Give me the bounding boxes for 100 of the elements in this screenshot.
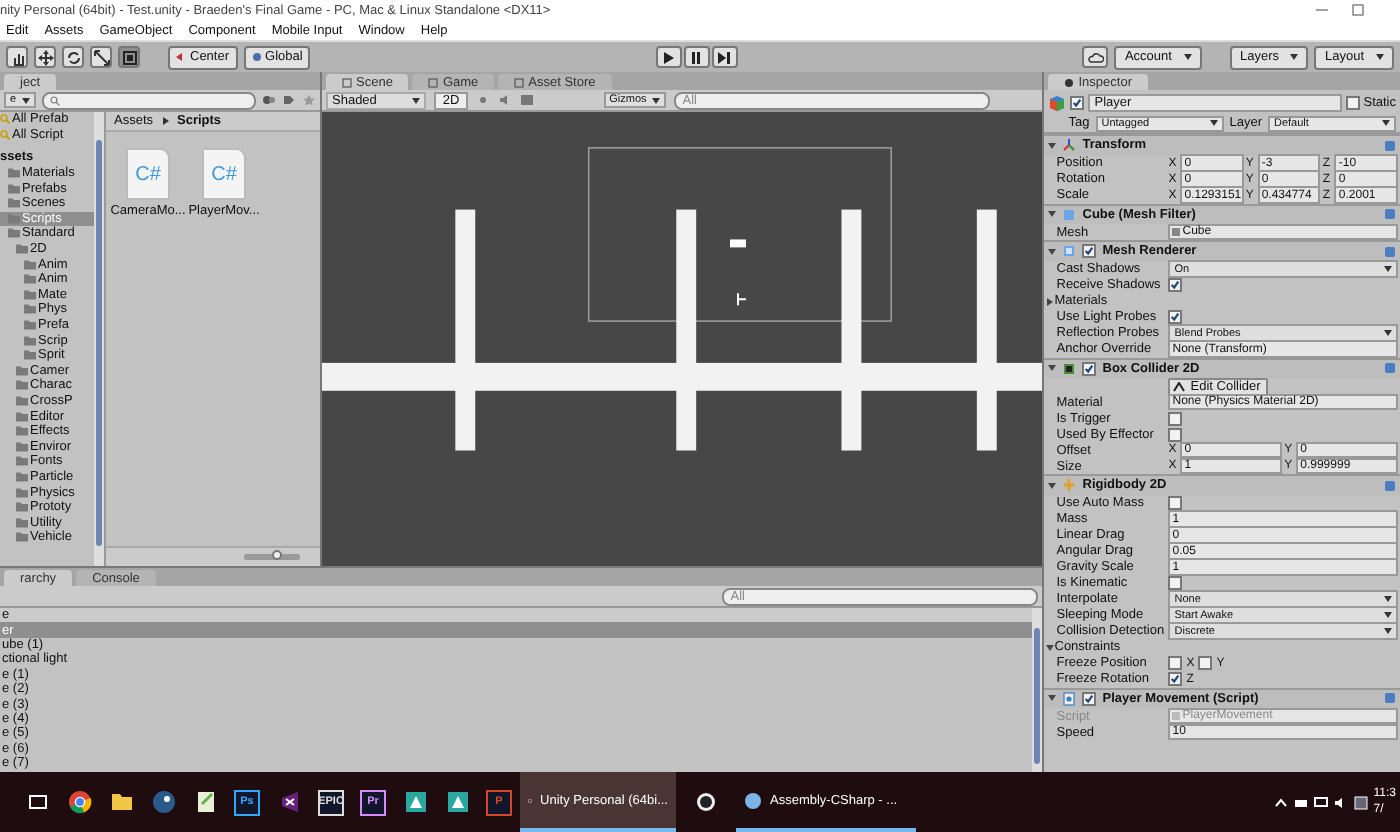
- search-field[interactable]: [42, 91, 256, 109]
- search-icon: [50, 95, 61, 105]
- pivot-icon: [176, 52, 186, 62]
- checkbox[interactable]: [1345, 95, 1360, 109]
- play-icon: [660, 49, 677, 65]
- image-icon[interactable]: [519, 94, 534, 106]
- app-icon[interactable]: [445, 790, 469, 814]
- caret-icon: [652, 97, 661, 103]
- step-button[interactable]: [711, 46, 738, 68]
- caret-icon: [1384, 612, 1392, 618]
- move-tool-icon: [37, 49, 53, 65]
- task-view-icon[interactable]: [25, 790, 49, 814]
- tool-button[interactable]: [6, 46, 28, 68]
- meshfilter-icon: [1062, 207, 1077, 222]
- checkbox[interactable]: [1070, 95, 1085, 109]
- foldout-arrow-icon[interactable]: [1048, 481, 1057, 490]
- search-icon: [0, 114, 10, 125]
- polygon-icon: [1172, 381, 1187, 391]
- caret-icon: [1183, 54, 1192, 60]
- renderer-icon: [1062, 244, 1077, 259]
- checkbox[interactable]: [1082, 691, 1097, 706]
- caret-icon: [22, 97, 31, 103]
- globe-icon: [251, 52, 262, 62]
- tab-icon: [428, 77, 439, 87]
- script-icon: [1062, 691, 1077, 706]
- scale-tool-icon: [93, 49, 109, 65]
- rotate-tool-icon: [65, 49, 81, 65]
- icon-size-slider[interactable]: [244, 554, 300, 560]
- foldout-arrow-icon[interactable]: [1048, 210, 1057, 219]
- info-icon: [1064, 77, 1075, 87]
- play-button[interactable]: [655, 46, 682, 68]
- checkbox[interactable]: [1082, 244, 1097, 259]
- foldout-arrow-icon[interactable]: [1048, 141, 1057, 150]
- foldout-arrow-icon[interactable]: [1046, 297, 1055, 305]
- tag-icon[interactable]: [282, 94, 296, 106]
- cube-icon: [1048, 93, 1067, 111]
- rect-tool-icon: [121, 49, 137, 65]
- checkbox[interactable]: [1168, 576, 1183, 590]
- checkbox[interactable]: [1082, 361, 1097, 376]
- checkbox[interactable]: [1168, 310, 1183, 324]
- infinity-icon[interactable]: [277, 790, 301, 814]
- scene-view[interactable]: [322, 112, 1043, 566]
- network-icon[interactable]: [1313, 795, 1328, 809]
- caret-icon: [1382, 120, 1390, 126]
- tool-button[interactable]: [62, 46, 84, 68]
- foldout-arrow-icon[interactable]: [1048, 364, 1057, 373]
- tool-button[interactable]: [34, 46, 56, 68]
- caret-icon: [1384, 596, 1392, 602]
- caret-icon: [1384, 266, 1392, 272]
- checkbox[interactable]: [1168, 672, 1183, 686]
- rigidbody-icon: [1062, 478, 1077, 493]
- battery-icon[interactable]: [1293, 795, 1308, 809]
- tool-button[interactable]: [118, 46, 140, 68]
- maximize-icon[interactable]: [1352, 4, 1364, 16]
- checkbox[interactable]: [1168, 496, 1183, 510]
- app-icon[interactable]: [403, 790, 427, 814]
- scrollbar[interactable]: [1032, 608, 1043, 772]
- star-icon[interactable]: [302, 94, 316, 106]
- step-icon: [716, 49, 733, 65]
- checkbox[interactable]: [1198, 656, 1213, 670]
- project-icon: [744, 791, 762, 809]
- pause-button[interactable]: [683, 46, 710, 68]
- cloud-icon: [1087, 49, 1104, 65]
- foldout-arrow-icon[interactable]: [1046, 643, 1055, 651]
- caret-icon: [1290, 54, 1299, 60]
- steam-icon[interactable]: [151, 790, 175, 814]
- chevron-icon: [162, 117, 169, 125]
- checkbox[interactable]: [1168, 411, 1183, 425]
- script-icon: [1172, 712, 1181, 720]
- collider-icon: [1062, 361, 1077, 376]
- keyboard-icon[interactable]: [1353, 795, 1368, 809]
- cloud-button[interactable]: [1082, 46, 1109, 68]
- pause-icon: [688, 49, 705, 65]
- checkbox[interactable]: [1168, 278, 1183, 292]
- checkbox[interactable]: [1168, 427, 1183, 441]
- checkbox[interactable]: [1168, 656, 1183, 670]
- sun-icon[interactable]: [475, 94, 490, 106]
- scrollbar[interactable]: [94, 112, 104, 566]
- caret-icon: [1376, 54, 1385, 60]
- search-icon: [0, 129, 10, 140]
- browser-icon[interactable]: [67, 790, 91, 814]
- taskbar-app-icon[interactable]: [696, 792, 716, 812]
- tab-icon: [342, 77, 352, 87]
- foldout-arrow-icon[interactable]: [1048, 694, 1057, 703]
- caret-icon: [1384, 330, 1392, 336]
- foldout-arrow-icon[interactable]: [1048, 247, 1057, 256]
- caret-icon: [1209, 120, 1218, 126]
- caret-icon: [412, 97, 421, 103]
- slider-thumb[interactable]: [272, 550, 283, 560]
- filter-icon[interactable]: [262, 94, 276, 106]
- folder-icon[interactable]: [109, 790, 133, 814]
- volume-icon[interactable]: [1333, 795, 1348, 809]
- chevron-up-icon[interactable]: [1273, 795, 1288, 809]
- mesh-icon: [1172, 228, 1181, 236]
- speaker-icon[interactable]: [497, 94, 512, 106]
- pivot-icon: [737, 292, 747, 307]
- notepad-icon[interactable]: [193, 790, 217, 814]
- caret-icon: [1384, 628, 1392, 634]
- transform-icon: [1062, 138, 1077, 153]
- tool-button[interactable]: [90, 46, 112, 68]
